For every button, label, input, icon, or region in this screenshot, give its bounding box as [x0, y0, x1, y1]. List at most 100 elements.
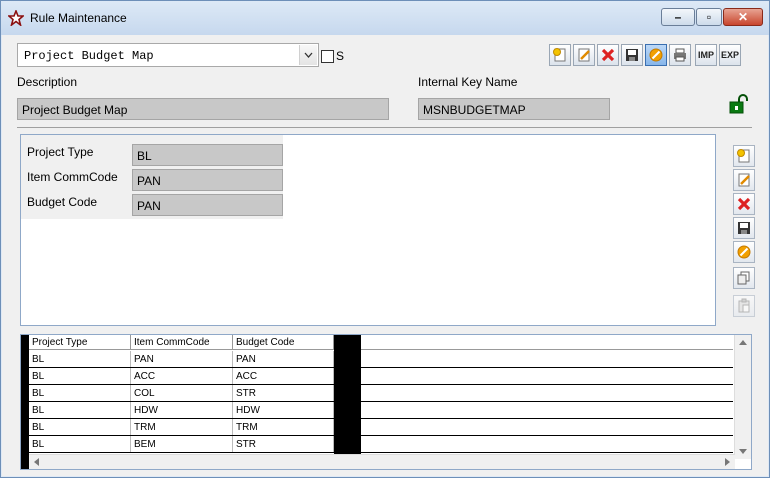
window-title: Rule Maintenance — [30, 11, 127, 25]
scroll-left-button[interactable] — [29, 455, 44, 469]
row-header-column — [21, 335, 29, 469]
unlock-icon[interactable] — [729, 94, 749, 114]
table-cell: BL — [29, 436, 131, 452]
item-commcode-field[interactable]: PAN — [132, 169, 283, 191]
s-checkbox-label: S — [336, 49, 345, 63]
rule-select[interactable]: Project Budget Map — [17, 43, 319, 67]
table-cell: ACC — [233, 368, 334, 384]
table-row[interactable]: BL TRM TRM — [29, 419, 733, 436]
cancel-circle-icon — [649, 48, 663, 62]
horizontal-scrollbar[interactable] — [29, 454, 735, 469]
close-icon: ✕ — [737, 10, 749, 24]
import-button-label: IMP — [697, 50, 714, 60]
edit-document-icon — [578, 48, 590, 62]
minimize-button[interactable]: – — [661, 8, 695, 26]
table-cell: STR — [233, 436, 334, 452]
side-cancel-button[interactable] — [733, 241, 755, 263]
table-cell: STR — [233, 385, 334, 401]
table-cell: ACC — [131, 368, 233, 384]
maximize-button[interactable]: ▫ — [696, 8, 722, 26]
scroll-up-button[interactable] — [735, 335, 751, 350]
project-type-label: Project Type — [27, 145, 94, 159]
save-button[interactable] — [621, 44, 643, 66]
table-cell: PAN — [131, 351, 233, 367]
table-row[interactable]: BL BEM STR — [29, 436, 733, 453]
new-document-icon — [553, 48, 566, 62]
new-document-icon — [737, 149, 750, 163]
side-copy-button[interactable] — [733, 267, 755, 289]
column-header-label: Budget Code — [236, 337, 295, 348]
side-new-button[interactable] — [733, 145, 755, 167]
copy-icon — [737, 271, 750, 285]
chevron-left-icon — [34, 458, 39, 466]
delete-button[interactable] — [597, 44, 619, 66]
column-header-item-commcode[interactable]: Item CommCode — [131, 335, 233, 350]
table-row[interactable]: BL COL STR — [29, 385, 733, 402]
chevron-up-icon — [739, 340, 747, 345]
save-disk-icon — [626, 49, 638, 61]
s-checkbox[interactable] — [321, 50, 334, 63]
table-cell: BEM — [131, 436, 233, 452]
project-type-value: BL — [137, 149, 152, 163]
internal-key-value: MSNBUDGETMAP — [423, 103, 526, 117]
rule-select-value: Project Budget Map — [24, 49, 154, 63]
side-save-button[interactable] — [733, 217, 755, 239]
paste-clipboard-icon — [738, 298, 750, 313]
table-cell: PAN — [233, 351, 334, 367]
export-button-label: EXP — [720, 50, 739, 60]
vertical-scrollbar[interactable] — [734, 335, 751, 459]
column-header-project-type[interactable]: Project Type — [29, 335, 131, 350]
item-commcode-value: PAN — [137, 174, 161, 188]
print-button[interactable] — [669, 44, 691, 66]
budget-code-field[interactable]: PAN — [132, 194, 283, 216]
maximize-icon: ▫ — [706, 10, 712, 24]
side-edit-button[interactable] — [733, 169, 755, 191]
column-header-label: Project Type — [32, 337, 88, 348]
description-field[interactable]: Project Budget Map — [17, 98, 389, 120]
project-type-field[interactable]: BL — [132, 144, 283, 166]
description-value: Project Budget Map — [22, 103, 128, 117]
import-button[interactable]: IMP — [695, 44, 717, 66]
client-area: Project Budget Map S IMP EXP Description… — [9, 35, 761, 471]
internal-key-label: Internal Key Name — [418, 75, 518, 89]
scroll-right-button[interactable] — [720, 455, 735, 469]
table-cell: HDW — [131, 402, 233, 418]
scroll-down-button[interactable] — [735, 444, 751, 459]
edit-button[interactable] — [573, 44, 595, 66]
table-row[interactable]: BL PAN PAN — [29, 351, 733, 368]
edit-document-icon — [738, 173, 750, 187]
new-button[interactable] — [549, 44, 571, 66]
printer-icon — [674, 48, 686, 62]
delete-x-icon — [601, 48, 615, 62]
table-cell: COL — [131, 385, 233, 401]
internal-key-field[interactable]: MSNBUDGETMAP — [418, 98, 610, 120]
star-app-icon — [8, 10, 24, 26]
budget-code-label: Budget Code — [27, 195, 98, 209]
detail-panel: Project Type BL Item CommCode PAN Budget… — [20, 134, 716, 326]
description-label: Description — [17, 75, 78, 89]
table-row[interactable]: BL ACC ACC — [29, 368, 733, 385]
table-row[interactable]: BL HDW HDW — [29, 402, 733, 419]
title-bar: Rule Maintenance – ▫ ✕ — [1, 1, 769, 35]
table-cell: BL — [29, 385, 131, 401]
column-header-label: Item CommCode — [134, 337, 210, 348]
table-cell: TRM — [131, 419, 233, 435]
save-disk-icon — [738, 222, 750, 234]
cancel-button[interactable] — [645, 44, 667, 66]
dropdown-arrow-button[interactable] — [299, 45, 317, 65]
chevron-down-icon — [739, 449, 747, 454]
column-header-empty — [361, 335, 733, 350]
close-button[interactable]: ✕ — [723, 8, 763, 26]
side-delete-button[interactable] — [733, 193, 755, 215]
cancel-circle-icon — [737, 245, 751, 259]
table-cell: BL — [29, 351, 131, 367]
table-cell: TRM — [233, 419, 334, 435]
export-button[interactable]: EXP — [719, 44, 741, 66]
delete-x-icon — [737, 197, 751, 211]
chevron-down-icon — [304, 52, 313, 58]
column-header-budget-code[interactable]: Budget Code — [233, 335, 334, 350]
side-paste-button[interactable] — [733, 295, 755, 317]
table-cell: BL — [29, 419, 131, 435]
item-commcode-label: Item CommCode — [27, 170, 118, 184]
rule-maintenance-window: Rule Maintenance – ▫ ✕ Project Budget Ma… — [0, 0, 770, 478]
